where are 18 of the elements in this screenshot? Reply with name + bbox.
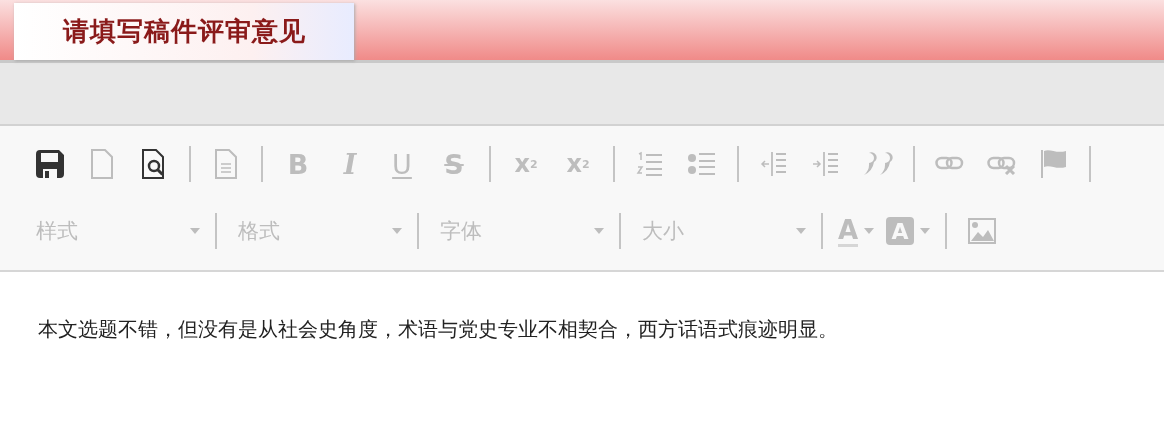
document-icon [214,149,238,179]
blank-page-icon [90,149,114,179]
bulleted-list-icon [688,151,716,177]
flag-icon [1040,149,1068,179]
page-magnifier-icon [141,149,167,179]
caret-icon [594,228,604,234]
caret-icon [796,228,806,234]
quotation-marks-icon [863,152,893,176]
caret-icon [864,228,875,234]
comment-text: 本文选题不错，但没有是从社会史角度，术语与党史专业不相契合，西方话语式痕迹明显。 [38,316,839,343]
numbered-list-icon [636,151,664,177]
image-icon [968,218,997,244]
indent-icon [812,151,840,177]
page-title: 请填写稿件评审意见 [62,15,306,48]
caret-icon [392,228,402,234]
outdent-icon [760,151,788,177]
caret-icon [920,228,931,234]
caret-icon [190,228,200,234]
